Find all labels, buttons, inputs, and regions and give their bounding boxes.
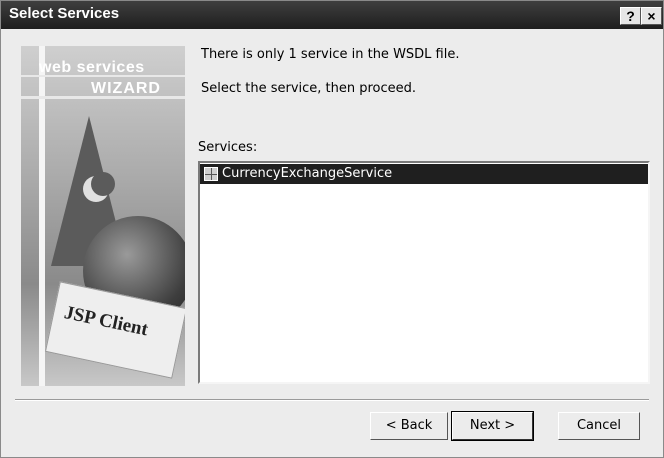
close-button[interactable]: × [641, 7, 662, 25]
wizard-banner-image: JSP Client web services WIZARD [21, 46, 185, 386]
back-button[interactable]: < Back [370, 412, 448, 440]
moon-shadow [91, 172, 115, 196]
services-list[interactable]: CurrencyExchangeService [198, 161, 650, 384]
select-services-dialog: Select Services ? × JSP Client web servi… [0, 0, 664, 458]
list-item[interactable]: CurrencyExchangeService [200, 164, 648, 184]
next-button[interactable]: Next > [451, 411, 534, 441]
services-label: Services: [198, 140, 258, 155]
service-icon [204, 167, 218, 181]
banner-web-services-text: web services [39, 59, 145, 76]
banner-wizard-text: WIZARD [91, 80, 161, 97]
list-item-label: CurrencyExchangeService [222, 166, 393, 181]
cancel-button[interactable]: Cancel [558, 412, 640, 440]
title-bar[interactable]: Select Services ? × [1, 1, 663, 29]
instruction-message: Select the service, then proceed. [201, 81, 417, 96]
separator-highlight [15, 400, 649, 401]
help-button[interactable]: ? [620, 7, 641, 25]
info-message: There is only 1 service in the WSDL file… [201, 47, 460, 62]
window-title: Select Services [9, 5, 120, 22]
card-label: JSP Client [62, 302, 150, 341]
